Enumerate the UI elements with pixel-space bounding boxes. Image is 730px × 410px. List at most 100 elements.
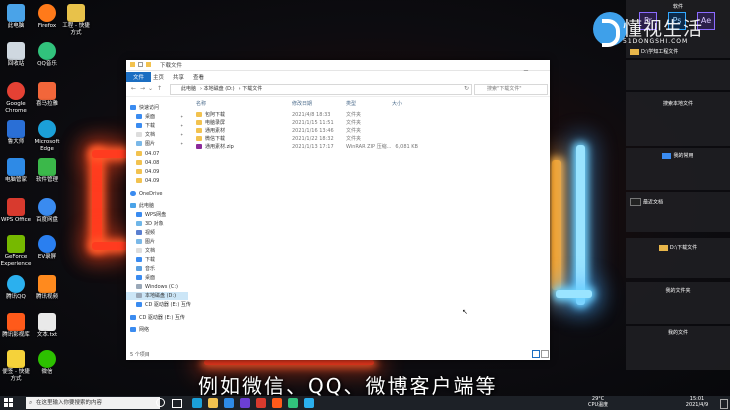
new-folder-icon[interactable] xyxy=(146,62,151,67)
tab-view[interactable]: 查看 xyxy=(188,72,209,82)
column-header-date[interactable]: 修改日期 xyxy=(292,100,312,109)
column-header-name[interactable]: 名称 xyxy=(196,100,206,109)
nav-videos[interactable]: 视频 xyxy=(136,229,155,237)
side-tile-1[interactable] xyxy=(626,60,730,90)
task-view-icon[interactable] xyxy=(172,399,182,408)
table-row[interactable]: 微信下载 2021/1/22 18:32 文件夹 xyxy=(192,136,492,143)
desktop-icon-geforce[interactable]: GeForce Experience xyxy=(0,235,32,267)
taskbar-wps-icon[interactable] xyxy=(256,398,266,408)
nav-drive-d[interactable]: 本地磁盘 (D:) xyxy=(126,292,188,300)
breadcrumb[interactable]: 此电脑 › 本地磁盘 (D:) › 下载文件 xyxy=(170,84,472,95)
nav-documents-pc[interactable]: 文档 xyxy=(136,247,155,255)
desktop-icon-chrome[interactable]: Google Chrome xyxy=(0,82,32,114)
desktop-icon-recycle-bin[interactable]: 回收站 xyxy=(0,42,32,68)
desktop-icon-firefox[interactable]: Firefox xyxy=(31,4,63,30)
side-tile-5[interactable]: D:\下载文件 xyxy=(626,238,730,278)
desktop-icon-project-shortcut[interactable]: 工程 - 快捷方式 xyxy=(60,4,92,36)
side-tile-7[interactable]: 我的文件 xyxy=(626,326,730,370)
nav-this-pc[interactable]: 此电脑 xyxy=(130,202,154,210)
cloud-icon xyxy=(38,198,56,216)
desktop-icon-sticky-notes[interactable]: 便签 - 快捷方式 xyxy=(0,350,32,382)
table-row[interactable]: 通用素材.zip 2021/1/13 17:17 WinRAR ZIP 压缩..… xyxy=(192,144,492,151)
nav-downloads-pc[interactable]: 下载 xyxy=(136,256,155,264)
nav-network[interactable]: 网络 xyxy=(130,326,149,334)
nav-3d-objects[interactable]: 3D 对象 xyxy=(136,220,164,228)
nav-pictures[interactable]: 图片 xyxy=(136,140,155,148)
nav-desktop-pc[interactable]: 桌面 xyxy=(136,274,155,282)
breadcrumb-this-pc[interactable]: 此电脑 xyxy=(181,86,196,92)
desktop-icon-tencent-film-library[interactable]: 腾讯影视库 xyxy=(0,313,32,339)
file-date: 2021/1/16 13:46 xyxy=(292,128,334,134)
notification-icon[interactable] xyxy=(720,399,728,409)
desktop-icon-wechat[interactable]: 微信 xyxy=(31,350,63,376)
taskbar-explorer-icon[interactable] xyxy=(208,398,218,408)
table-row[interactable]: 电脑录屏 2021/1/15 11:51 文件夹 xyxy=(192,120,492,127)
nav-cd-drive-root[interactable]: CD 驱动器 (E:) 互传 xyxy=(130,314,185,322)
table-row[interactable]: 包阿下载 2021/4/8 18:33 文件夹 xyxy=(192,112,492,119)
side-tile-6[interactable]: 我的文件夹 xyxy=(626,282,730,324)
title-bar[interactable]: 下载文件 —☐✕ xyxy=(126,60,550,77)
desktop-icon-wps[interactable]: WPS Office xyxy=(0,198,32,224)
nav-recent-folder[interactable]: 04.08 xyxy=(136,159,159,167)
up-arrow-icon[interactable]: ↑ xyxy=(157,85,162,92)
nav-documents[interactable]: 文档 xyxy=(136,131,155,139)
nav-recent-folder[interactable]: 04.09 xyxy=(136,177,159,185)
refresh-icon[interactable]: ↻ xyxy=(464,85,469,92)
desktop-icon-this-pc[interactable]: 此电脑 xyxy=(0,4,32,30)
desktop-icon-baidu-netdisk[interactable]: 百度网盘 xyxy=(31,198,63,224)
cloud-drive-icon xyxy=(136,212,142,217)
desktop-icon-software-manager[interactable]: 软件管理 xyxy=(31,158,63,184)
back-arrow-icon[interactable]: ← xyxy=(131,85,136,92)
side-tile-4[interactable]: 最近文档 xyxy=(626,192,730,232)
taskbar-edge-icon[interactable] xyxy=(192,398,202,408)
side-tile-2[interactable]: 搜索本地文件 xyxy=(626,92,730,146)
taskbar-search-input[interactable]: 在这里输入你要搜索的内容 xyxy=(26,397,160,409)
desktop-icon-ximalaya[interactable]: 喜马拉雅 xyxy=(31,82,63,108)
side-tile-3[interactable]: 我的常用 xyxy=(626,148,730,190)
tab-share[interactable]: 共享 xyxy=(168,72,189,82)
cloud-icon xyxy=(130,191,136,196)
nav-wps-cloud[interactable]: WPS网盘 xyxy=(136,211,166,219)
desktop-icon-edge[interactable]: Microsoft Edge xyxy=(31,120,63,152)
nav-music[interactable]: 音乐 xyxy=(136,265,155,273)
table-row[interactable]: 通用素材 2021/1/16 13:46 文件夹 xyxy=(192,128,492,135)
nav-cd-drive[interactable]: CD 驱动器 (E:) 互传 xyxy=(136,301,191,309)
column-header-type[interactable]: 类型 xyxy=(346,100,356,109)
nav-recent-folder[interactable]: 04.07 xyxy=(136,150,159,158)
details-view-icon[interactable] xyxy=(532,350,540,358)
folder-icon xyxy=(196,120,202,125)
desktop-icon-tencent-video[interactable]: 腾讯视频 xyxy=(31,275,63,301)
desktop-icon-ludashi[interactable]: 鲁大师 xyxy=(0,120,32,146)
nav-desktop[interactable]: 桌面 xyxy=(136,113,155,121)
chevron-down-icon[interactable]: ⌄ xyxy=(148,85,153,92)
windows-start-icon[interactable] xyxy=(4,398,14,408)
desktop-icon-qq-music[interactable]: QQ音乐 xyxy=(31,42,63,68)
properties-icon[interactable] xyxy=(138,62,143,67)
nav-recent-folder[interactable]: 04.09 xyxy=(136,168,159,176)
taskbar-pc-manager-icon[interactable] xyxy=(224,398,234,408)
clock[interactable]: 15:01 2021/4/9 xyxy=(680,396,714,408)
taskbar-app-icon[interactable] xyxy=(272,398,282,408)
cortana-icon[interactable] xyxy=(156,398,165,407)
breadcrumb-downloads[interactable]: 下载文件 xyxy=(242,86,262,92)
forward-arrow-icon[interactable]: → xyxy=(140,85,145,92)
nav-onedrive[interactable]: OneDrive xyxy=(130,190,163,198)
desktop-icon-pc-manager[interactable]: 电脑管家 xyxy=(0,158,32,184)
search-input[interactable]: 搜索"下载文件" xyxy=(474,84,548,95)
desktop-icon-tencent-qq[interactable]: 腾讯QQ xyxy=(0,275,32,301)
large-icons-view-icon[interactable] xyxy=(541,350,549,358)
taskbar-app-icon[interactable] xyxy=(304,398,314,408)
nav-downloads[interactable]: 下载 xyxy=(136,122,155,130)
nav-quick-access[interactable]: 快速访问 xyxy=(130,104,159,112)
nav-pictures-pc[interactable]: 图片 xyxy=(136,238,155,246)
taskbar-app-icon[interactable] xyxy=(288,398,298,408)
nav-drive-c[interactable]: Windows (C:) xyxy=(136,283,178,291)
software-manager-icon xyxy=(38,158,56,176)
taskbar-premiere-icon[interactable] xyxy=(240,398,250,408)
neon-stroke xyxy=(204,360,374,365)
desktop-icon-ev-recorder[interactable]: EV录屏 xyxy=(31,235,63,261)
column-header-size[interactable]: 大小 xyxy=(392,100,402,109)
desktop-icon-text-file[interactable]: 文本.txt xyxy=(31,313,63,339)
tab-home[interactable]: 主页 xyxy=(148,72,169,82)
breadcrumb-drive-d[interactable]: 本地磁盘 (D:) xyxy=(204,86,235,92)
